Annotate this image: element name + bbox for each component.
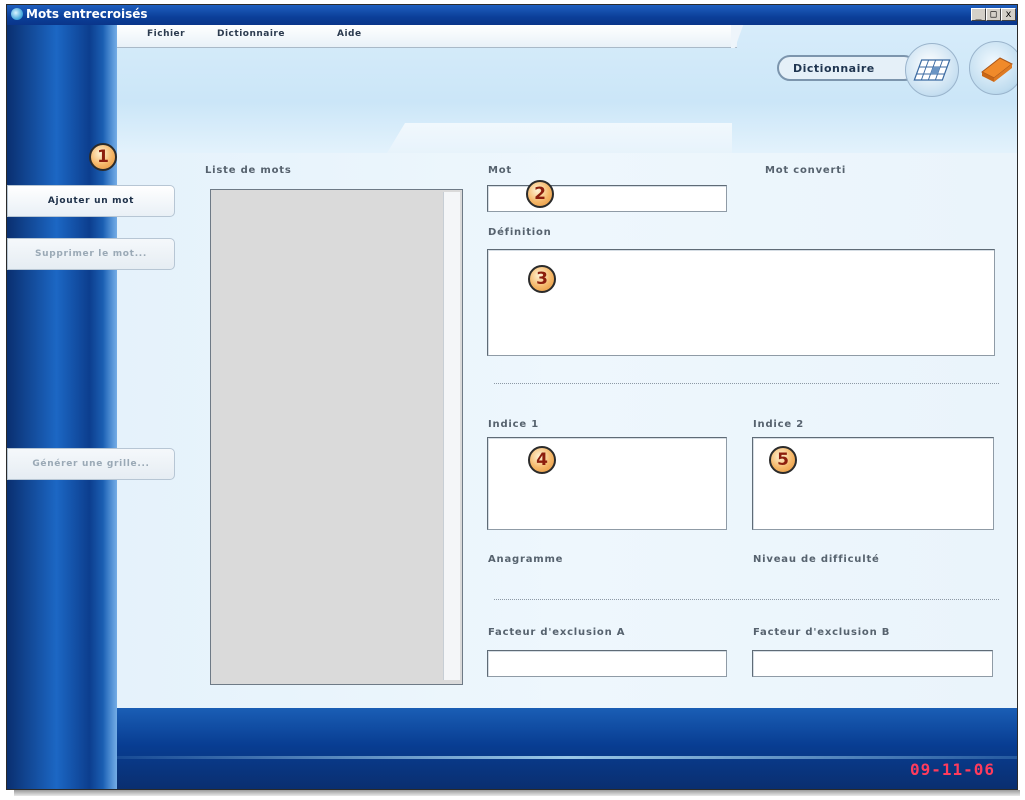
eraser-icon[interactable]: [969, 41, 1017, 95]
section-separator: [494, 599, 999, 600]
clue2-label: Indice 2: [753, 419, 804, 430]
menu-bar: Fichier Dictionnaire Aide: [117, 25, 737, 48]
mode-indicator[interactable]: Dictionnaire: [777, 55, 917, 81]
window-shadow: [14, 790, 1020, 796]
maximize-button[interactable]: □: [986, 8, 1001, 21]
word-list[interactable]: [210, 189, 463, 685]
difficulty-label: Niveau de difficulté: [753, 554, 880, 565]
close-button[interactable]: x: [1001, 8, 1016, 21]
app-icon: [11, 8, 23, 20]
exclusion-b-label: Facteur d'exclusion B: [753, 627, 891, 638]
word-list-label: Liste de mots: [205, 165, 292, 176]
crossword-grid-icon[interactable]: [905, 43, 959, 97]
exclusion-b-input[interactable]: [752, 650, 993, 677]
minimize-button[interactable]: _: [971, 8, 986, 21]
footer-band: [117, 708, 1017, 789]
app-window: Mots entrecroisés _ □ x Fichier Dictionn…: [6, 4, 1018, 790]
converted-word-label: Mot converti: [765, 165, 847, 176]
left-decorative-band: [7, 25, 117, 789]
generate-grid-button[interactable]: Générer une grille...: [7, 448, 175, 480]
anagram-label: Anagramme: [488, 554, 564, 565]
title-bar[interactable]: Mots entrecroisés _ □ x: [7, 5, 1017, 25]
tab-strip: [387, 123, 732, 153]
add-word-button[interactable]: Ajouter un mot: [7, 185, 175, 217]
menu-aide[interactable]: Aide: [337, 29, 362, 39]
word-label: Mot: [488, 165, 513, 176]
section-separator: [494, 383, 999, 384]
clue1-textarea[interactable]: [487, 437, 727, 530]
callout-badge-2: 2: [526, 180, 554, 208]
date-watermark: 09-11-06: [910, 760, 996, 779]
menu-dictionnaire[interactable]: Dictionnaire: [217, 29, 285, 39]
callout-badge-3: 3: [528, 265, 556, 293]
clue1-label: Indice 1: [488, 419, 539, 430]
exclusion-a-label: Facteur d'exclusion A: [488, 627, 626, 638]
exclusion-a-input[interactable]: [487, 650, 727, 677]
word-input[interactable]: [487, 185, 727, 212]
word-list-scrollbar[interactable]: [443, 192, 460, 680]
callout-badge-1: 1: [89, 143, 117, 171]
definition-label: Définition: [488, 227, 552, 238]
definition-textarea[interactable]: [487, 249, 995, 356]
delete-word-button[interactable]: Supprimer le mot...: [7, 238, 175, 270]
callout-badge-5: 5: [769, 446, 797, 474]
menu-fichier[interactable]: Fichier: [147, 29, 185, 39]
callout-badge-4: 4: [528, 446, 556, 474]
window-title: Mots entrecroisés: [26, 7, 148, 21]
menu-bar-edge: [731, 25, 749, 48]
